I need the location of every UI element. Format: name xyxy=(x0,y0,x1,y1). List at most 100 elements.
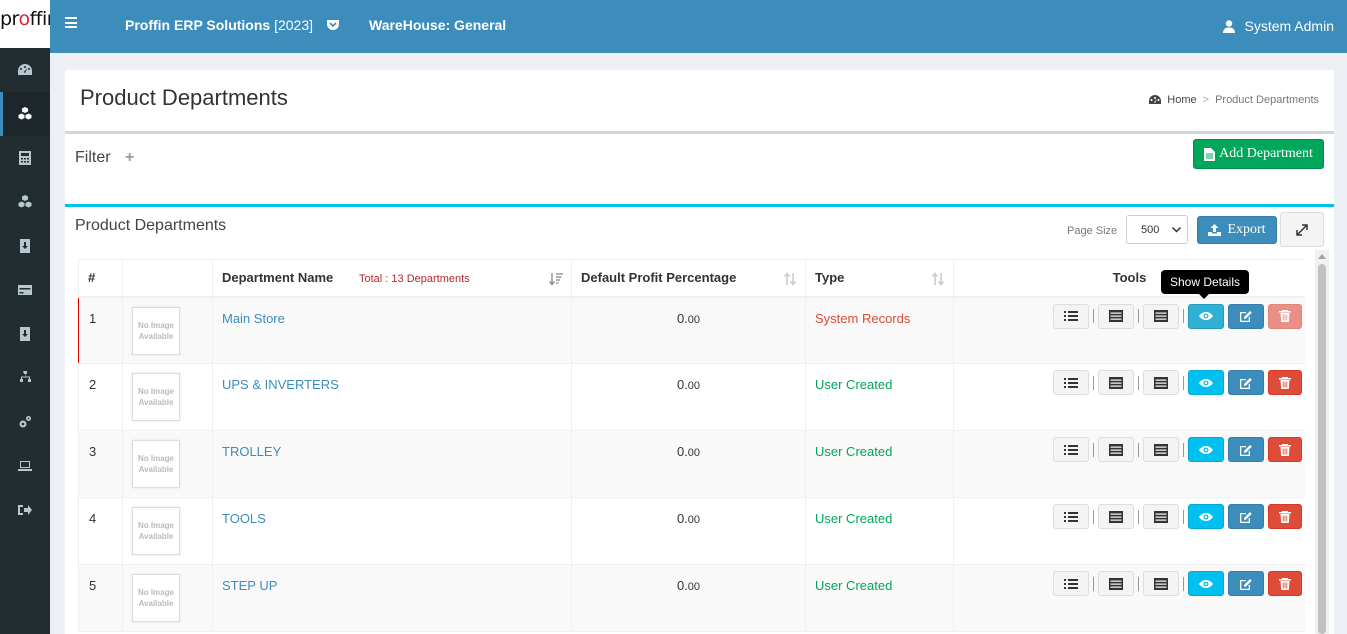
divider xyxy=(1138,375,1139,390)
row-index-text: 4 xyxy=(89,511,97,526)
department-link[interactable]: STEP UP xyxy=(222,578,277,593)
column-header-name-label: Department Name xyxy=(222,270,334,286)
row-index: 3 xyxy=(78,430,123,498)
report-card-button[interactable] xyxy=(1143,504,1179,529)
details-card-button[interactable] xyxy=(1098,504,1134,529)
column-header-profit[interactable]: Default Profit Percentage xyxy=(571,259,806,298)
details-card-button[interactable] xyxy=(1098,370,1134,395)
sidebar-item-8[interactable] xyxy=(0,356,50,400)
department-link[interactable]: TROLLEY xyxy=(222,444,281,459)
sidebar-item-5[interactable] xyxy=(0,224,50,268)
filter-expand-icon[interactable]: + xyxy=(125,149,134,167)
edit-button[interactable] xyxy=(1228,571,1264,596)
table-row[interactable]: 1 No Image Available Main Store 0.00 System … xyxy=(78,296,1305,364)
list-items-button[interactable] xyxy=(1053,437,1089,462)
menu-toggle-icon[interactable] xyxy=(65,17,77,28)
show-details-button[interactable] xyxy=(1188,437,1224,462)
department-link[interactable]: TOOLS xyxy=(222,511,266,526)
user-icon xyxy=(1222,19,1235,33)
column-header-profit-label: Default Profit Percentage xyxy=(581,270,737,286)
details-card-button[interactable] xyxy=(1098,303,1134,329)
divider xyxy=(1093,509,1094,524)
details-card-button[interactable] xyxy=(1098,437,1134,462)
divider xyxy=(1183,509,1184,524)
add-department-button[interactable]: Add Department xyxy=(1193,139,1324,169)
report-card-button[interactable] xyxy=(1143,370,1179,395)
column-header-name[interactable]: Department Name Total : 13 Departments xyxy=(212,259,572,298)
delete-button[interactable] xyxy=(1268,370,1302,395)
report-card-button[interactable] xyxy=(1143,437,1179,462)
sidebar-item-2[interactable] xyxy=(0,92,50,136)
show-details-button[interactable] xyxy=(1188,303,1224,329)
edit-button[interactable] xyxy=(1228,370,1264,395)
fullscreen-button[interactable] xyxy=(1280,212,1324,247)
report-card-button[interactable] xyxy=(1143,303,1179,329)
delete-button[interactable] xyxy=(1268,437,1302,462)
row-profit-percentage: 0.00 xyxy=(571,497,806,565)
sidebar-item-4[interactable] xyxy=(0,180,50,224)
sort-icon[interactable] xyxy=(783,272,797,286)
calculator-icon xyxy=(18,151,32,165)
table-row[interactable]: 4 No Image Available TOOLS 0.00 User Created xyxy=(78,497,1305,565)
edit-button[interactable] xyxy=(1228,504,1264,529)
sidebar-item-7[interactable] xyxy=(0,312,50,356)
sort-desc-icon[interactable] xyxy=(549,272,563,286)
department-link[interactable]: UPS & INVERTERS xyxy=(222,377,339,392)
list-items-button[interactable] xyxy=(1053,303,1089,329)
sort-icon[interactable] xyxy=(931,272,945,286)
list-items-button[interactable] xyxy=(1053,504,1089,529)
section-title: Product Departments xyxy=(75,217,227,234)
section-top-border xyxy=(65,204,1334,207)
show-details-button[interactable] xyxy=(1188,504,1224,529)
column-header-type[interactable]: Type xyxy=(805,259,954,298)
row-index: 5 xyxy=(78,564,123,632)
list-items-button[interactable] xyxy=(1053,571,1089,596)
edit-button[interactable] xyxy=(1228,437,1264,462)
sitemap-icon xyxy=(18,371,32,385)
row-index-text: 5 xyxy=(89,578,97,593)
department-link[interactable]: Main Store xyxy=(222,311,285,326)
breadcrumb: Home > Product Departments xyxy=(1149,94,1319,106)
delete-button[interactable] xyxy=(1268,303,1302,329)
list-items-button[interactable] xyxy=(1053,370,1089,395)
details-card-button[interactable] xyxy=(1098,571,1134,596)
sidebar-item-10[interactable] xyxy=(0,444,50,488)
delete-button[interactable] xyxy=(1268,504,1302,529)
delete-button[interactable] xyxy=(1268,571,1302,596)
show-details-button[interactable] xyxy=(1188,370,1224,395)
sidebar-item-9[interactable] xyxy=(0,400,50,444)
table-row[interactable]: 3 No Image Available TROLLEY 0.00 User Creat… xyxy=(78,430,1305,498)
report-card-button[interactable] xyxy=(1143,571,1179,596)
cubes-icon xyxy=(18,195,32,209)
edit-button[interactable] xyxy=(1228,303,1264,329)
content-panel: Product Departments Home > Product Depar… xyxy=(65,70,1334,634)
breadcrumb-current: Product Departments xyxy=(1215,94,1319,106)
export-button[interactable]: Export xyxy=(1197,216,1277,244)
pocket-shield-icon[interactable] xyxy=(326,18,340,32)
table-row[interactable]: 2 No Image Available UPS & INVERTERS 0.00 Us… xyxy=(78,363,1305,431)
app-title[interactable]: Proffin ERP Solutions [2023] xyxy=(125,17,313,33)
trash-icon xyxy=(1278,443,1292,456)
list-icon xyxy=(1064,511,1078,523)
row-index: 4 xyxy=(78,497,123,565)
warehouse-selector[interactable]: WareHouse: General xyxy=(369,17,506,33)
scroll-up-icon[interactable] xyxy=(1318,254,1326,259)
total-count: Total : 13 Departments xyxy=(359,273,470,285)
sidebar-item-11[interactable] xyxy=(0,488,50,532)
sidebar-item-6[interactable] xyxy=(0,268,50,312)
table-scrollbar[interactable] xyxy=(1315,250,1329,634)
brand-logo[interactable]: proffin xyxy=(0,0,50,48)
show-details-button[interactable] xyxy=(1188,571,1224,596)
list-alt-icon xyxy=(1109,310,1123,322)
sidebar-item-3[interactable] xyxy=(0,136,50,180)
filter-title[interactable]: Filter xyxy=(75,149,111,167)
column-header-index: # xyxy=(78,259,123,298)
page-size-select[interactable]: 500 xyxy=(1126,215,1188,244)
scrollbar-thumb[interactable] xyxy=(1318,264,1326,634)
user-menu[interactable]: System Admin xyxy=(1222,18,1334,34)
eye-icon xyxy=(1199,511,1213,523)
sidebar-item-1[interactable] xyxy=(0,48,50,92)
column-header-image xyxy=(122,259,213,298)
breadcrumb-home[interactable]: Home xyxy=(1167,94,1196,106)
table-row[interactable]: 5 No Image Available STEP UP 0.00 User Creat… xyxy=(78,564,1305,632)
